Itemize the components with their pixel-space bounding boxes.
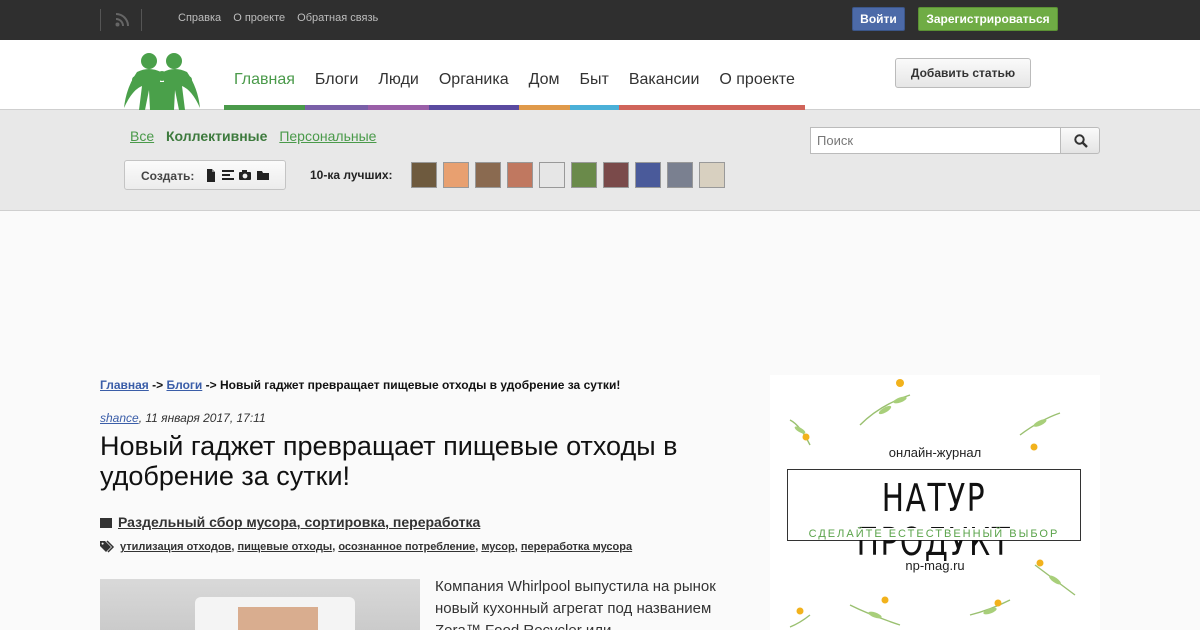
ad-tagline: СДЕЛАЙТЕ ЕСТЕСТВЕННЫЙ ВЫБОР	[788, 528, 1080, 540]
divider	[100, 9, 101, 31]
register-button[interactable]: Зарегистрироваться	[918, 7, 1058, 31]
search-icon	[1074, 134, 1088, 148]
nav-label: Вакансии	[628, 71, 700, 88]
top10-avatar[interactable]	[635, 162, 661, 188]
nav-item-organic[interactable]: Органика	[428, 40, 519, 110]
top10-avatar[interactable]	[571, 162, 597, 188]
ad-logo-frame: НАТУР ПРОДУКТ СДЕЛАЙТЕ ЕСТЕСТВЕННЫЙ ВЫБО…	[787, 469, 1081, 564]
top10-avatars	[411, 162, 731, 188]
nav-item-about[interactable]: О проекте	[709, 40, 805, 110]
search-input[interactable]	[810, 127, 1061, 154]
add-article-button[interactable]: Добавить статью	[895, 58, 1031, 88]
tags-icon	[100, 540, 115, 553]
nav-item-life[interactable]: Быт	[569, 40, 619, 110]
article-tags: утилизация отходов, пищевые отходы, осоз…	[100, 540, 632, 553]
image-device-lid	[238, 607, 318, 630]
top10-avatar[interactable]	[443, 162, 469, 188]
top10-avatar[interactable]	[539, 162, 565, 188]
ad-brand: НАТУР ПРОДУКТ	[856, 476, 1012, 564]
top10-avatar[interactable]	[507, 162, 533, 188]
create-label: Создать:	[141, 169, 195, 183]
top10-label: 10-ка лучших:	[310, 168, 393, 182]
breadcrumb-separator: ->	[202, 378, 220, 392]
breadcrumb-separator: ->	[148, 378, 167, 392]
document-icon[interactable]	[205, 169, 217, 182]
divider	[141, 9, 142, 31]
tag-link[interactable]: переработка мусора	[521, 541, 632, 553]
camera-icon[interactable]	[239, 169, 251, 182]
ad-site: np-mag.ru	[905, 558, 965, 573]
top-link-feedback[interactable]: Обратная связь	[297, 12, 378, 24]
nav-item-house[interactable]: Дом	[518, 40, 570, 110]
rss-icon[interactable]	[115, 13, 129, 27]
nav-label: Главная	[234, 71, 295, 88]
blog-filter-tabs: Все Коллективные Персональные	[130, 128, 384, 144]
login-button[interactable]: Войти	[852, 7, 905, 31]
search-button[interactable]	[1060, 127, 1100, 154]
site-header: Главная Блоги Люди Органика Дом Быт Вака…	[0, 40, 1200, 110]
breadcrumb-blogs[interactable]: Блоги	[166, 378, 202, 392]
breadcrumb-current: Новый гаджет превращает пищевые отходы в…	[219, 378, 621, 392]
nav-label: Дом	[528, 71, 560, 88]
top-bar: Справка О проекте Обратная связь Войти З…	[0, 0, 1200, 40]
nav-item-home[interactable]: Главная	[224, 40, 305, 110]
nav-label: Люди	[378, 71, 419, 88]
article-blog: Раздельный сбор мусора, сортировка, пере…	[100, 514, 480, 530]
create-toolbar: Создать:	[124, 160, 286, 190]
tab-collective[interactable]: Коллективные	[166, 128, 267, 144]
article-date: , 11 января 2017, 17:11	[138, 411, 266, 425]
top-link-about[interactable]: О проекте	[233, 12, 285, 24]
article-meta: shance, 11 января 2017, 17:11	[100, 411, 266, 425]
top10-avatar[interactable]	[411, 162, 437, 188]
breadcrumb-home[interactable]: Главная	[100, 378, 149, 392]
main-nav: Главная Блоги Люди Органика Дом Быт Вака…	[224, 40, 805, 110]
article-image	[100, 579, 420, 630]
nav-label: Блоги	[314, 71, 359, 88]
author-link[interactable]: shance	[100, 411, 139, 425]
folder-icon[interactable]	[257, 169, 269, 182]
tag-link[interactable]: мусор	[481, 541, 514, 553]
text-lines-icon[interactable]	[222, 169, 234, 182]
ad-subtitle: онлайн-журнал	[888, 445, 982, 460]
breadcrumb: Главная -> Блоги -> Новый гаджет превращ…	[100, 378, 620, 392]
top-links: Справка О проекте Обратная связь	[178, 12, 387, 24]
nav-item-jobs[interactable]: Вакансии	[618, 40, 710, 110]
top10-avatar[interactable]	[667, 162, 693, 188]
top10-avatar[interactable]	[699, 162, 725, 188]
tag-link[interactable]: утилизация отходов	[120, 541, 231, 553]
article-excerpt: Компания Whirlpool выпустила на рынок но…	[435, 578, 716, 630]
article-title: Новый гаджет превращает пищевые отходы в…	[100, 431, 678, 491]
folder-icon	[100, 518, 112, 528]
top10-avatar[interactable]	[475, 162, 501, 188]
tag-link[interactable]: пищевые отходы	[237, 541, 332, 553]
tag-link[interactable]: осознанное потребление	[338, 541, 475, 553]
nav-item-people[interactable]: Люди	[368, 40, 429, 110]
family-logo-icon[interactable]	[122, 50, 202, 110]
sub-header: Все Коллективные Персональные Создать: 1…	[0, 110, 1200, 211]
nav-label: Органика	[438, 71, 509, 88]
blog-link[interactable]: Раздельный сбор мусора, сортировка, пере…	[118, 514, 480, 530]
ad-tagline-text: СДЕЛАЙТЕ ЕСТЕСТВЕННЫЙ ВЫБОР	[802, 528, 1066, 540]
nav-label: О проекте	[719, 71, 795, 88]
nav-item-blogs[interactable]: Блоги	[304, 40, 369, 110]
nav-label: Быт	[579, 71, 609, 88]
advertisement-banner[interactable]: онлайн-журнал НАТУР ПРОДУКТ СДЕЛАЙТЕ ЕСТ…	[770, 375, 1100, 630]
tab-personal[interactable]: Персональные	[279, 128, 376, 144]
top10-avatar[interactable]	[603, 162, 629, 188]
top-link-help[interactable]: Справка	[178, 12, 221, 24]
tab-all[interactable]: Все	[130, 128, 154, 144]
